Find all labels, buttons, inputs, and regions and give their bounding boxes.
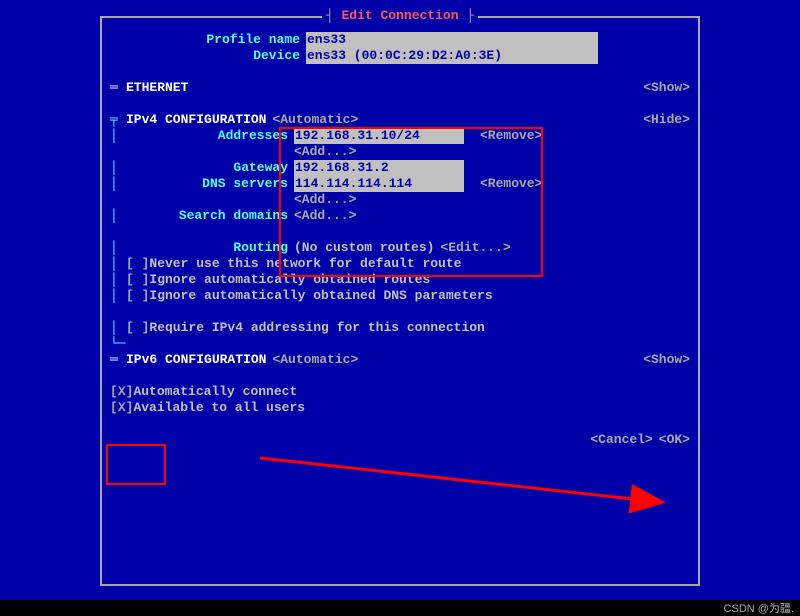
ipv4-marker: ╤ — [110, 112, 126, 128]
never-default-label: Never use this network for default route — [149, 256, 461, 272]
watermark: CSDN @为疆. — [0, 600, 794, 616]
profile-name-label: Profile name — [110, 32, 300, 48]
dns-remove[interactable]: <Remove> — [480, 176, 542, 192]
addresses-remove[interactable]: <Remove> — [480, 128, 542, 144]
ignore-routes-label: Ignore automatically obtained routes — [149, 272, 430, 288]
ethernet-header: ETHERNET — [126, 80, 188, 96]
ignore-routes-checkbox[interactable]: [ ] — [126, 272, 149, 288]
all-users-checkbox[interactable]: [X] — [110, 400, 133, 416]
ignore-dns-checkbox[interactable]: [ ] — [126, 288, 149, 304]
profile-name-input[interactable]: ens33__________________________________ — [306, 32, 598, 48]
all-users-label: Available to all users — [133, 400, 305, 416]
ipv4-header: IPv4 CONFIGURATION — [126, 112, 266, 128]
search-domains-add[interactable]: <Add...> — [294, 208, 356, 224]
never-default-checkbox[interactable]: [ ] — [126, 256, 149, 272]
routing-edit[interactable]: <Edit...> — [440, 240, 510, 256]
dns-add[interactable]: <Add...> — [294, 192, 356, 208]
ok-button[interactable]: <OK> — [659, 432, 690, 448]
device-input[interactable]: ens33 (00:0C:29:D2:A0:3E) — [306, 48, 598, 64]
auto-connect-label: Automatically connect — [133, 384, 297, 400]
ipv6-mode[interactable]: <Automatic> — [272, 352, 358, 368]
addresses-add[interactable]: <Add...> — [294, 144, 356, 160]
ipv4-mode[interactable]: <Automatic> — [272, 112, 358, 128]
addresses-label: Addresses — [126, 128, 288, 144]
ethernet-marker: ═ — [110, 80, 126, 96]
routing-label: Routing — [126, 240, 288, 256]
auto-connect-checkbox[interactable]: [X] — [110, 384, 133, 400]
gateway-label: Gateway — [126, 160, 288, 176]
dns-input[interactable]: 114.114.114.114 — [294, 176, 464, 192]
ipv6-marker: ═ — [110, 352, 126, 368]
ipv6-header: IPv6 CONFIGURATION — [126, 352, 266, 368]
window-title: ┤ Edit Connection ├ — [322, 8, 478, 23]
dns-label: DNS servers — [126, 176, 288, 192]
ipv4-hide[interactable]: <Hide> — [643, 112, 690, 128]
gateway-input[interactable]: 192.168.31.2 — [294, 160, 464, 176]
require-ipv4-label: Require IPv4 addressing for this connect… — [149, 320, 484, 336]
require-ipv4-checkbox[interactable]: [ ] — [126, 320, 149, 336]
ignore-dns-label: Ignore automatically obtained DNS parame… — [149, 288, 492, 304]
addresses-input[interactable]: 192.168.31.10/24 — [294, 128, 464, 144]
cancel-button[interactable]: <Cancel> — [590, 432, 652, 448]
search-domains-label: Search domains — [126, 208, 288, 224]
routing-value: (No custom routes) — [294, 240, 434, 256]
ipv6-show[interactable]: <Show> — [643, 352, 690, 368]
ethernet-show[interactable]: <Show> — [643, 80, 690, 96]
device-label: Device — [110, 48, 300, 64]
edit-connection-window: ┤ Edit Connection ├ Profile name ens33__… — [100, 16, 700, 586]
